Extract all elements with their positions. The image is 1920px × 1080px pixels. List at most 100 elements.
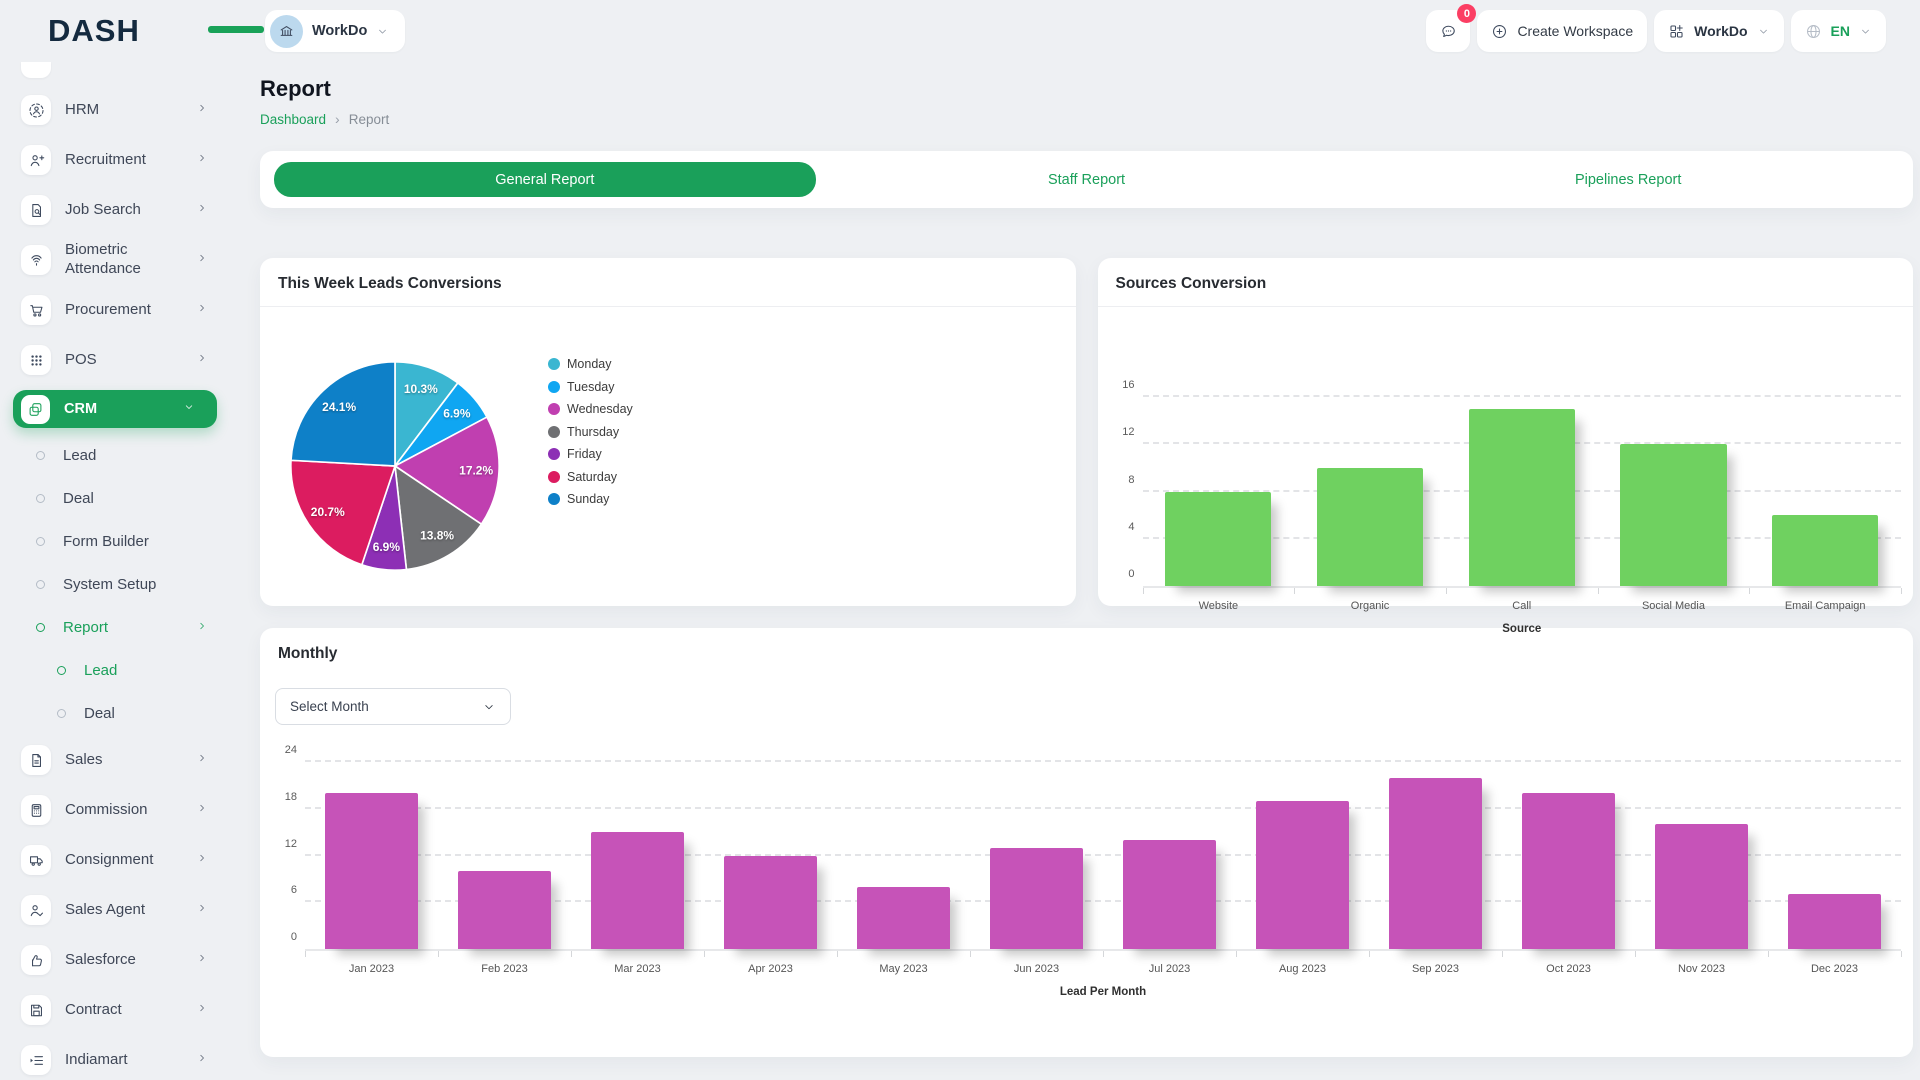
x-axis-category-label: May 2023 — [837, 963, 970, 975]
pos-icon — [21, 345, 51, 375]
y-axis-tick-label: 0 — [1103, 568, 1135, 580]
sidebar-item-label: Salesforce — [65, 951, 136, 970]
legend-item-thursday[interactable]: Thursday — [548, 425, 633, 439]
bullet-icon — [57, 666, 66, 675]
workdo-menu-label: WorkDo — [1694, 23, 1747, 39]
legend-label: Thursday — [567, 425, 619, 439]
building-icon — [278, 23, 295, 40]
pie-legend: Monday Tuesday Wednesday Thursday Friday Satu… — [548, 357, 633, 591]
legend-item-saturday[interactable]: Saturday — [548, 470, 633, 484]
language-selector[interactable]: EN — [1791, 10, 1886, 52]
sidebar-item-label: Sales — [65, 751, 103, 770]
messages-badge: 0 — [1457, 4, 1476, 23]
pie-slice-value-label: 6.9% — [443, 406, 471, 420]
breadcrumb-dashboard-link[interactable]: Dashboard — [260, 112, 326, 127]
sidebar-subitem-report[interactable]: Report — [0, 606, 230, 649]
bar-mar-2023 — [591, 832, 684, 949]
sidebar-subitem-lead[interactable]: Lead — [0, 434, 230, 477]
bar-plot-area: 06121824 — [305, 751, 1901, 951]
hrm-icon — [21, 95, 51, 125]
x-axis-category-label: Call — [1446, 600, 1598, 612]
sidebar-item-hrm[interactable]: HRM — [0, 85, 230, 135]
sidebar-item-label: HRM — [65, 101, 99, 120]
app-logo: DASH — [0, 13, 230, 49]
bullet-icon — [36, 580, 45, 589]
sidebar-item-job-search[interactable]: Job Search — [0, 185, 230, 235]
chevron-down-icon — [1757, 25, 1770, 38]
sidebar-item-procurement[interactable]: Procurement — [0, 285, 230, 335]
tab-staff-report[interactable]: Staff Report — [816, 162, 1358, 197]
plus-circle-icon — [1491, 23, 1508, 40]
sidebar-item-salesforce[interactable]: Salesforce — [0, 935, 230, 985]
tab-general-report[interactable]: General Report — [274, 162, 816, 197]
sidebar-item-recruitment[interactable]: Recruitment — [0, 135, 230, 185]
y-axis-tick-label: 18 — [265, 791, 297, 803]
chevron-down-icon — [482, 700, 496, 714]
chevron-right-icon — [196, 851, 208, 869]
sidebar-subitem-form-builder[interactable]: Form Builder — [0, 520, 230, 563]
legend-item-wednesday[interactable]: Wednesday — [548, 402, 633, 416]
contract-icon — [21, 995, 51, 1025]
bar-sep-2023 — [1389, 778, 1482, 949]
job-search-icon — [21, 195, 51, 225]
legend-item-monday[interactable]: Monday — [548, 357, 633, 371]
legend-label: Saturday — [567, 470, 617, 484]
leads-conversions-title: This Week Leads Conversions — [260, 258, 1076, 307]
page-title: Report — [260, 76, 1913, 102]
select-month-dropdown[interactable]: Select Month — [275, 688, 511, 725]
bar-jun-2023 — [990, 848, 1083, 949]
x-axis-category-label: Apr 2023 — [704, 963, 837, 975]
sidebar-item-biometric-attendance[interactable]: Biometric Attendance — [0, 235, 230, 285]
language-label: EN — [1831, 23, 1850, 39]
workdo-menu-button[interactable]: WorkDo — [1654, 10, 1783, 52]
workspace-avatar — [270, 15, 303, 48]
sidebar-item-commission[interactable]: Commission — [0, 785, 230, 835]
sidebar-subitem-lead[interactable]: Lead — [0, 649, 230, 692]
chevron-down-icon — [183, 400, 195, 418]
bar-social-media — [1620, 444, 1726, 586]
legend-item-sunday[interactable]: Sunday — [548, 492, 633, 506]
legend-dot-icon — [548, 448, 560, 460]
sidebar-subitem-deal[interactable]: Deal — [0, 477, 230, 520]
pie-slice-value-label: 24.1% — [322, 400, 356, 414]
y-axis-tick-label: 12 — [265, 838, 297, 850]
x-axis-category-label: Aug 2023 — [1236, 963, 1369, 975]
bar-jan-2023 — [325, 793, 418, 949]
messages-button[interactable]: 0 — [1426, 10, 1470, 52]
x-axis-category-label: Mar 2023 — [571, 963, 704, 975]
sidebar-item-contract[interactable]: Contract — [0, 985, 230, 1035]
chevron-down-icon — [376, 25, 389, 38]
sidebar-item-pos[interactable]: POS — [0, 335, 230, 385]
bullet-icon — [36, 494, 45, 503]
legend-item-friday[interactable]: Friday — [548, 447, 633, 461]
pie-chart-svg: 10.3%6.9%17.2%13.8%6.9%20.7%24.1% — [270, 341, 520, 591]
sidebar-subitem-deal[interactable]: Deal — [0, 692, 230, 735]
y-axis-tick-label: 6 — [265, 884, 297, 896]
create-workspace-button[interactable]: Create Workspace — [1477, 10, 1647, 52]
legend-label: Sunday — [567, 492, 609, 506]
bar-website — [1165, 492, 1271, 587]
bar-aug-2023 — [1256, 801, 1349, 949]
sidebar-item-label: Job Search — [65, 201, 141, 220]
sidebar-item-label: POS — [65, 351, 97, 370]
sidebar-item-label: Procurement — [65, 301, 151, 320]
sidebar-subitem-label: Form Builder — [63, 533, 149, 550]
legend-item-tuesday[interactable]: Tuesday — [548, 380, 633, 394]
sidebar-item-sales-agent[interactable]: Sales Agent — [0, 885, 230, 935]
sidebar-subitem-system-setup[interactable]: System Setup — [0, 563, 230, 606]
workspace-switcher[interactable]: WorkDo — [265, 10, 405, 52]
sidebar-item-indiamart[interactable]: Indiamart — [0, 1035, 230, 1080]
sidebar-item-consignment[interactable]: Consignment — [0, 835, 230, 885]
partial-scrolled-item — [21, 62, 51, 78]
x-axis-title: Source — [1143, 623, 1902, 635]
breadcrumb: Dashboard › Report — [260, 111, 1913, 127]
sidebar-item-sales[interactable]: Sales — [0, 735, 230, 785]
sidebar-item-crm[interactable]: CRM — [13, 390, 217, 428]
sidebar-item-label: Biometric Attendance — [65, 241, 183, 279]
bullet-icon — [36, 537, 45, 546]
bar-apr-2023 — [724, 856, 817, 950]
bar-organic — [1317, 468, 1423, 586]
x-axis-category-label: Jan 2023 — [305, 963, 438, 975]
tab-pipelines-report[interactable]: Pipelines Report — [1357, 162, 1899, 197]
chevron-right-icon — [196, 901, 208, 919]
